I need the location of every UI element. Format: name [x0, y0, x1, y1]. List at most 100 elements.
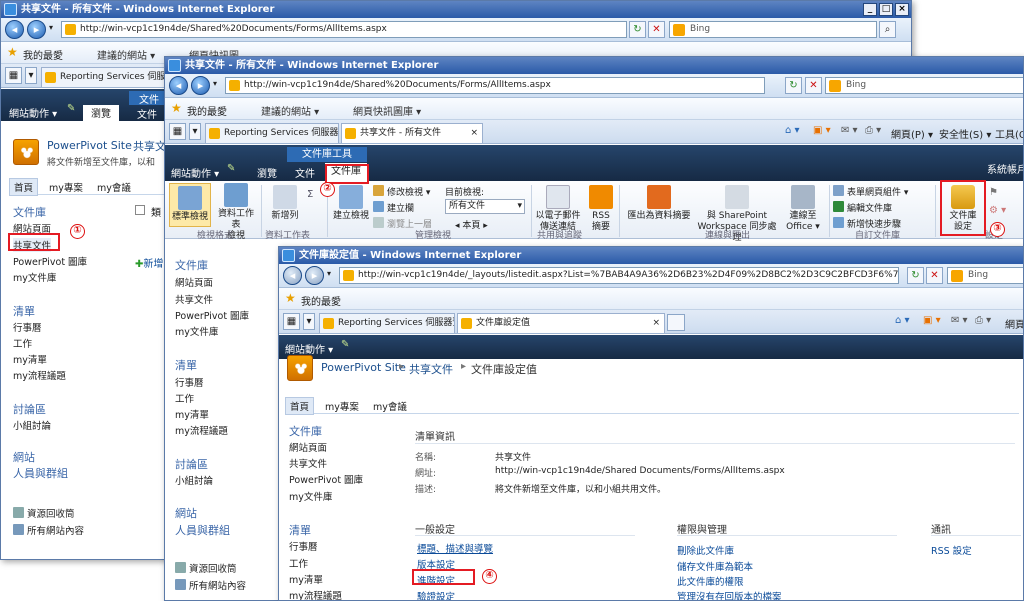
ql-my-list[interactable]: my清單 — [175, 407, 209, 421]
ribbon-tab-browse[interactable]: 瀏覽 — [83, 105, 119, 121]
manage-checked-out-link[interactable]: 管理沒有存回版本的檔案 — [677, 589, 782, 600]
breadcrumb-library[interactable]: 共享文件 — [409, 361, 453, 377]
tab-list-icon[interactable]: ▾ — [303, 313, 315, 330]
ql-calendar[interactable]: 行事曆 — [289, 539, 318, 553]
ql-my-list[interactable]: my清單 — [13, 352, 47, 366]
mail-icon[interactable]: ✉ ▾ — [841, 125, 858, 136]
ql-my-workflow[interactable]: my流程議題 — [13, 368, 66, 382]
column-type-header[interactable]: 類 — [151, 204, 161, 219]
search-input[interactable]: Bing — [947, 267, 1023, 284]
ql-team-discussion[interactable]: 小組討論 — [175, 473, 213, 487]
favorites-star-icon[interactable]: ★ — [7, 45, 18, 59]
minimize-button[interactable]: _ — [863, 3, 877, 16]
safety-menu[interactable]: 安全性(S) ▾ — [939, 126, 991, 141]
workflow-settings-icon[interactable]: ⚙ ▾ — [989, 205, 1006, 216]
tab-list-icon[interactable]: ▾ — [189, 123, 201, 140]
current-view-select[interactable]: 所有文件 ▾ — [445, 199, 525, 214]
search-button-icon[interactable]: ⌕ — [879, 21, 896, 38]
tab-reporting-services[interactable]: Reporting Services 伺服器預 — [205, 123, 339, 143]
edit-page-icon[interactable]: ✎ — [341, 339, 349, 350]
all-site-content-link[interactable]: 所有網站內容 — [175, 578, 246, 592]
feeds-icon[interactable]: ▣ ▾ — [923, 315, 941, 326]
back-icon[interactable]: ◂ — [169, 76, 188, 95]
sum-icon[interactable]: Σ — [307, 189, 313, 200]
ribbon-tab-browse[interactable]: 瀏覽 — [251, 165, 283, 180]
modify-view-button[interactable]: 修改檢視 ▾ — [373, 185, 430, 198]
breadcrumb-current[interactable]: 共享文 — [133, 138, 166, 154]
favorites-label[interactable]: 我的最愛 — [187, 103, 227, 118]
export-feed-button[interactable]: 匯出為資料摘要 — [623, 185, 695, 222]
rss-feed-button[interactable]: RSS 摘要 — [585, 185, 617, 233]
ql-lists-heading[interactable]: 清單 — [175, 357, 197, 373]
ql-my-library[interactable]: my文件庫 — [13, 270, 56, 284]
ql-calendar[interactable]: 行事曆 — [175, 375, 204, 389]
create-view-button[interactable]: 建立檢視 — [331, 185, 371, 222]
ql-shared-documents[interactable]: 共享文件 — [175, 292, 213, 306]
ql-site-pages[interactable]: 網站頁面 — [289, 440, 327, 454]
ribbon-tab-file[interactable]: 文件 — [287, 165, 323, 180]
ql-site-pages[interactable]: 網站頁面 — [175, 275, 213, 289]
ql-my-workflow[interactable]: my流程議題 — [175, 423, 228, 437]
back-icon[interactable]: ◂ — [5, 20, 24, 39]
quick-tabs-icon[interactable]: ▦ — [283, 313, 300, 330]
tab-library-settings[interactable]: 文件庫設定值 × — [457, 313, 665, 333]
tab-close-icon[interactable]: × — [470, 124, 478, 142]
home-icon[interactable]: ⌂ ▾ — [895, 315, 910, 326]
ql-tasks[interactable]: 工作 — [175, 391, 194, 405]
forward-icon[interactable]: ▸ — [27, 20, 46, 39]
ql-tasks[interactable]: 工作 — [13, 336, 32, 350]
history-dropdown-icon[interactable]: ▾ — [49, 23, 53, 32]
top-nav-home[interactable]: 首頁 — [285, 397, 315, 415]
refresh-icon[interactable]: ↻ — [907, 267, 924, 284]
search-input[interactable]: Bing — [825, 77, 1023, 94]
tab-shared-documents[interactable]: 共享文件 - 所有文件 × — [341, 123, 483, 143]
site-actions-menu[interactable]: 網站動作 ▾ — [171, 165, 219, 180]
maximize-button[interactable]: □ — [879, 3, 893, 16]
ql-my-workflow[interactable]: my流程議題 — [289, 588, 342, 600]
edit-library-button[interactable]: 編輯文件庫 — [833, 201, 892, 214]
edit-page-icon[interactable]: ✎ — [227, 163, 235, 174]
connect-office-button[interactable]: 連線至 Office ▾ — [781, 185, 825, 233]
ql-my-library[interactable]: my文件庫 — [289, 489, 332, 503]
history-dropdown-icon[interactable]: ▾ — [327, 269, 331, 278]
title-description-nav-link[interactable]: 標題、描述與導覽 — [417, 541, 493, 555]
ql-libraries-heading[interactable]: 文件庫 — [13, 204, 46, 220]
search-input[interactable]: Bing — [669, 21, 877, 38]
quick-tabs-icon[interactable]: ▦ — [5, 67, 22, 84]
rss-settings-link[interactable]: RSS 設定 — [931, 543, 972, 557]
favorites-label[interactable]: 我的最愛 — [23, 47, 63, 62]
quick-tabs-icon[interactable]: ▦ — [169, 123, 186, 140]
ql-lists-heading[interactable]: 清單 — [13, 303, 35, 319]
recycle-bin-link[interactable]: 資源回收筒 — [13, 506, 75, 520]
site-name[interactable]: PowerPivot Site — [321, 361, 406, 374]
home-icon[interactable]: ⌂ ▾ — [785, 125, 800, 136]
select-all-checkbox[interactable] — [135, 205, 145, 215]
email-link-button[interactable]: 以電子郵件 傳送連結 — [533, 185, 583, 233]
tab-reporting-services[interactable]: Reporting Services 伺服器預 — [41, 67, 171, 87]
ql-libraries-heading[interactable]: 文件庫 — [175, 257, 208, 273]
new-tab-icon[interactable] — [667, 314, 685, 331]
page-menu[interactable]: 網頁(P) ▾ — [891, 126, 933, 141]
library-permissions-link[interactable]: 此文件庫的權限 — [677, 574, 744, 588]
edit-page-icon[interactable]: ✎ — [67, 103, 75, 114]
ql-my-list[interactable]: my清單 — [289, 572, 323, 586]
validation-settings-link[interactable]: 驗證設定 — [417, 589, 455, 600]
recycle-bin-link[interactable]: 資源回收筒 — [175, 561, 237, 575]
feeds-icon[interactable]: ▣ ▾ — [813, 125, 831, 136]
save-as-template-link[interactable]: 儲存文件庫為範本 — [677, 559, 753, 573]
print-icon[interactable]: ⎙ ▾ — [865, 125, 881, 136]
fav-suggested-sites[interactable]: 建議的網站 ▾ — [261, 103, 319, 118]
address-input[interactable]: http://win-vcp1c19n4de/Shared%20Document… — [61, 21, 627, 38]
mail-icon[interactable]: ✉ ▾ — [951, 315, 968, 326]
tab-reporting-services[interactable]: Reporting Services 伺服器預... — [319, 313, 455, 333]
address-input[interactable]: http://win-vcp1c19n4de/_layouts/listedit… — [339, 267, 899, 284]
delete-library-link[interactable]: 刪除此文件庫 — [677, 543, 734, 557]
ribbon-tab-file[interactable]: 文件 — [129, 106, 165, 121]
site-actions-menu[interactable]: 網站動作 ▾ — [285, 341, 333, 356]
forward-icon[interactable]: ▸ — [305, 266, 324, 285]
refresh-icon[interactable]: ↻ — [785, 77, 802, 94]
stop-icon[interactable]: ✕ — [805, 77, 822, 94]
ql-discussions-heading[interactable]: 討論區 — [175, 456, 208, 472]
history-dropdown-icon[interactable]: ▾ — [213, 79, 217, 88]
ql-lists-heading[interactable]: 清單 — [289, 522, 311, 538]
